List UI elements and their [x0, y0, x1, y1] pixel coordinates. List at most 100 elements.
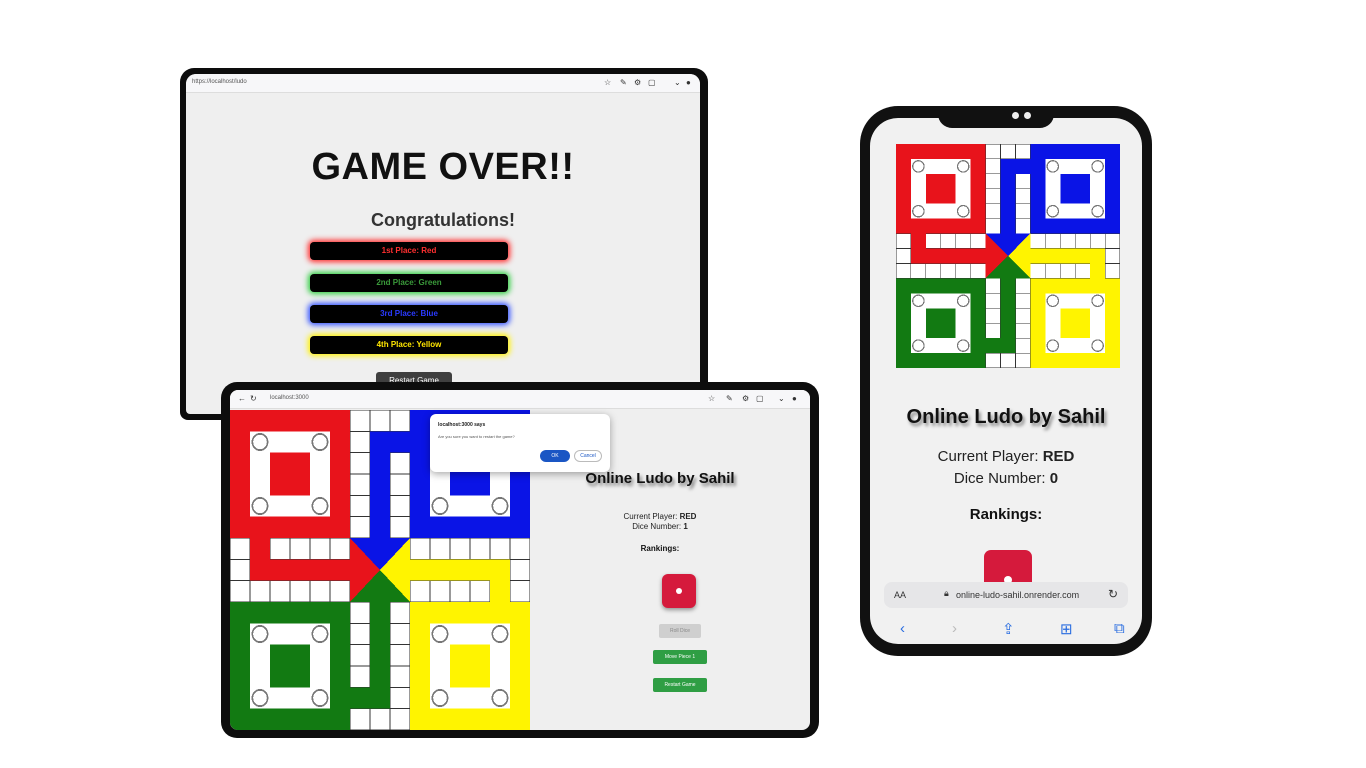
token-yellow — [491, 689, 509, 707]
lane-blue — [370, 474, 390, 496]
dice-number: Dice Number: 0 — [870, 470, 1142, 487]
lane-yellow — [1045, 248, 1061, 264]
home-center-green — [270, 644, 310, 688]
dice-number: Dice Number: 1 — [560, 522, 760, 531]
dialog-cancel-button[interactable]: Cancel — [574, 450, 602, 462]
token-green — [311, 625, 329, 643]
tabs-icon[interactable]: ⧉ — [1114, 620, 1125, 637]
phone-notch — [938, 106, 1054, 128]
dice-number-label: Dice Number: — [953, 470, 1046, 487]
game-title: Online Ludo by Sahil — [585, 470, 735, 487]
token-blue — [431, 497, 449, 515]
lane-yellow — [1090, 248, 1106, 264]
back-icon[interactable]: ‹ — [900, 620, 905, 637]
ranking-fourth: 4th Place: Yellow — [310, 336, 508, 354]
restart-game-button[interactable]: Restart Game — [653, 678, 707, 692]
phone-ludo-board[interactable] — [895, 143, 1121, 369]
lane-red — [330, 559, 350, 581]
start-red — [910, 233, 926, 249]
profile-icon[interactable]: ● — [792, 394, 797, 403]
dice-number-label: Dice Number: — [632, 522, 682, 531]
token-yellow — [431, 625, 449, 643]
star-icon[interactable]: ☆ — [708, 394, 715, 403]
start-blue — [390, 431, 410, 453]
lane-red — [970, 248, 986, 264]
phone-address-bar[interactable]: AA 🔒︎ online-ludo-sahil.onrender.com ↻ — [884, 582, 1128, 608]
lane-blue — [1000, 188, 1016, 204]
bookmarks-icon[interactable]: ⊞ — [1060, 620, 1073, 638]
profile-icon[interactable]: ● — [686, 78, 691, 87]
share-icon[interactable]: ⇪ — [1002, 620, 1015, 638]
sensor-icon — [1024, 112, 1031, 119]
dialog-ok-button[interactable]: OK — [540, 450, 570, 462]
home-center-yellow — [450, 644, 490, 688]
forward-icon[interactable]: › — [952, 620, 957, 637]
token-blue — [1046, 204, 1060, 218]
back-icon[interactable]: ← — [238, 394, 246, 403]
current-player-label: Current Player: — [937, 448, 1039, 465]
lane-blue — [370, 495, 390, 517]
laptop-screen: https://localhost/ludo ☆ ✎ ⚙ ▢ ⌄ ● GAME … — [186, 74, 700, 414]
token-blue — [1091, 160, 1104, 173]
token-yellow — [431, 689, 449, 707]
lane-red — [250, 559, 270, 581]
pen-icon[interactable]: ✎ — [726, 394, 733, 403]
rankings-heading: Rankings: — [969, 506, 1043, 523]
ranking-first: 1st Place: Red — [310, 242, 508, 260]
token-blue — [1091, 204, 1104, 218]
ranking-second: 2nd Place: Green — [310, 274, 508, 292]
lane-red — [955, 248, 971, 264]
lane-red — [290, 559, 310, 581]
game-title: Online Ludo by Sahil — [906, 406, 1106, 428]
phone-frame: Online Ludo by Sahil Current Player: RED… — [860, 106, 1152, 656]
extension-icon[interactable]: ⚙ — [742, 394, 749, 403]
star-icon[interactable]: ☆ — [604, 78, 611, 87]
current-player-value: RED — [1042, 448, 1075, 465]
token-red — [311, 433, 329, 451]
start-blue — [1015, 158, 1031, 174]
tab-icon[interactable]: ▢ — [648, 78, 656, 87]
token-blue — [491, 497, 509, 515]
home-center-red — [925, 173, 956, 204]
lane-green — [370, 666, 390, 688]
token-yellow — [1091, 294, 1104, 308]
lane-yellow — [1075, 248, 1091, 264]
reload-icon[interactable]: ↻ — [1108, 587, 1118, 601]
laptop-address-bar[interactable]: https://localhost/ludo — [192, 79, 247, 85]
confirm-dialog: localhost:3000 says Are you sure you wan… — [430, 414, 610, 472]
lane-blue — [370, 516, 390, 538]
token-green — [912, 294, 925, 308]
dice-face[interactable] — [662, 574, 696, 608]
lane-yellow — [1030, 248, 1046, 264]
chevron-down-icon[interactable]: ⌄ — [674, 78, 681, 87]
extension-icon[interactable]: ⚙ — [634, 78, 641, 87]
lane-blue — [1000, 173, 1016, 189]
token-green — [912, 339, 925, 352]
address-host: online-ludo-sahil.onrender.com — [956, 590, 1080, 600]
tablet-address-bar[interactable]: localhost:3000 — [270, 395, 309, 401]
tablet-screen: ← ↻ localhost:3000 ☆ ✎ ⚙ ▢ ⌄ ● Online Lu… — [230, 390, 810, 730]
ranking-third: 3rd Place: Blue — [310, 305, 508, 323]
lane-green — [370, 623, 390, 645]
home-center-red — [270, 452, 310, 496]
roll-dice-button[interactable]: Roll Dice — [659, 624, 701, 638]
reader-aa-button[interactable]: AA — [894, 590, 906, 600]
lane-yellow — [490, 559, 510, 581]
lane-red — [310, 559, 330, 581]
tab-icon[interactable]: ▢ — [756, 394, 764, 403]
token-green — [956, 339, 970, 352]
move-piece-button[interactable]: Move Piece 1 — [653, 650, 707, 664]
lane-green — [1000, 338, 1016, 354]
token-red — [956, 204, 970, 218]
lane-yellow — [450, 559, 470, 581]
reload-icon[interactable]: ↻ — [250, 394, 257, 403]
token-green — [311, 689, 329, 707]
token-green — [251, 689, 269, 707]
game-over-title: GAME OVER!! — [311, 146, 575, 188]
lane-green — [1000, 308, 1016, 324]
pen-icon[interactable]: ✎ — [620, 78, 627, 87]
chevron-down-icon[interactable]: ⌄ — [778, 394, 785, 403]
lane-yellow — [410, 559, 430, 581]
laptop-browser-toolbar: https://localhost/ludo ☆ ✎ ⚙ ▢ ⌄ ● — [186, 74, 700, 93]
lane-yellow — [1060, 248, 1076, 264]
